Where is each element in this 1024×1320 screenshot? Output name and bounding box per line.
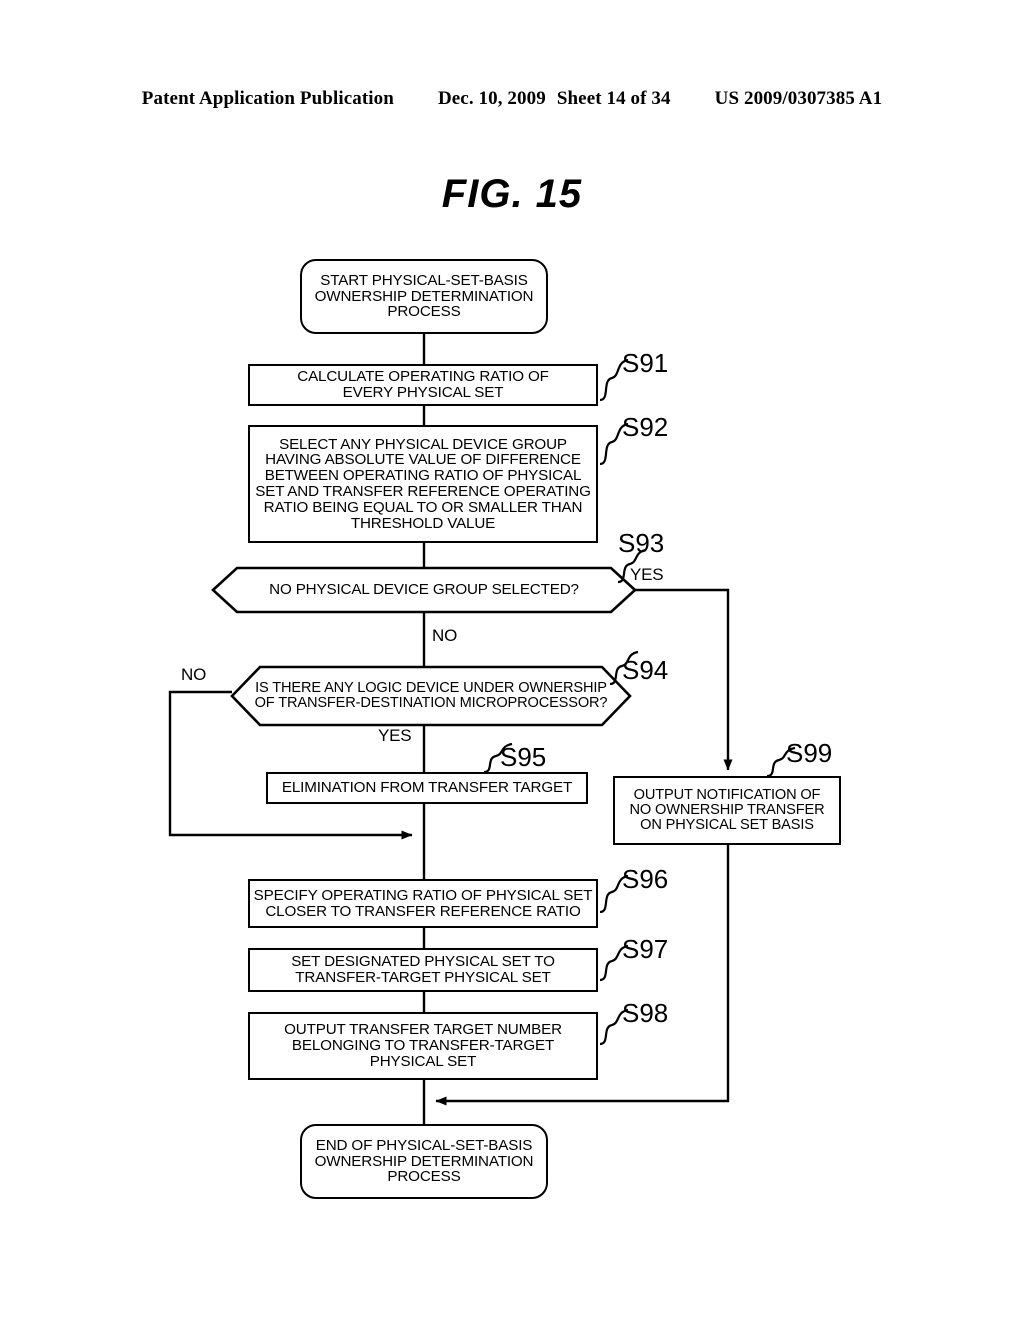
node-end[interactable]: END OF PHYSICAL-SET-BASIS OWNERSHIP DETE…	[300, 1124, 548, 1199]
node-start[interactable]: START PHYSICAL-SET-BASIS OWNERSHIP DETER…	[300, 259, 548, 334]
node-s97-label: SET DESIGNATED PHYSICAL SET TO TRANSFER-…	[291, 953, 555, 986]
node-s94[interactable]: IS THERE ANY LOGIC DEVICE UNDER OWNERSHI…	[230, 665, 632, 727]
step-label-s99: S99	[786, 738, 833, 768]
node-s99-label: OUTPUT NOTIFICATION OF NO OWNERSHIP TRAN…	[629, 786, 825, 834]
branch-label-s93-no: NO	[432, 626, 458, 645]
node-s92-label: SELECT ANY PHYSICAL DEVICE GROUP HAVING …	[255, 435, 591, 532]
node-s93[interactable]: NO PHYSICAL DEVICE GROUP SELECTED?	[211, 566, 637, 614]
node-s95-label: ELIMINATION FROM TRANSFER TARGET	[281, 779, 573, 797]
node-s93-label: NO PHYSICAL DEVICE GROUP SELECTED?	[269, 581, 579, 599]
branch-label-s94-yes: YES	[378, 726, 412, 745]
node-s97[interactable]: SET DESIGNATED PHYSICAL SET TO TRANSFER-…	[248, 948, 598, 992]
step-label-s96: S96	[622, 864, 669, 894]
branch-label-s93-yes: YES	[630, 565, 664, 584]
flowchart-diagram: START PHYSICAL-SET-BASIS OWNERSHIP DETER…	[0, 0, 1024, 1320]
node-end-label: END OF PHYSICAL-SET-BASIS OWNERSHIP DETE…	[314, 1136, 534, 1186]
step-label-s91: S91	[622, 348, 669, 378]
step-label-s93: S93	[618, 528, 665, 558]
step-label-s92: S92	[622, 412, 669, 442]
node-s98[interactable]: OUTPUT TRANSFER TARGET NUMBER BELONGING …	[248, 1012, 598, 1080]
node-s91[interactable]: CALCULATE OPERATING RATIO OF EVERY PHYSI…	[248, 364, 598, 406]
node-s95[interactable]: ELIMINATION FROM TRANSFER TARGET	[266, 772, 588, 804]
node-s92[interactable]: SELECT ANY PHYSICAL DEVICE GROUP HAVING …	[248, 425, 598, 543]
branch-label-s94-no: NO	[181, 665, 207, 684]
node-s91-label: CALCULATE OPERATING RATIO OF EVERY PHYSI…	[297, 368, 549, 401]
step-label-s94: S94	[622, 655, 669, 685]
node-s94-label: IS THERE ANY LOGIC DEVICE UNDER OWNERSHI…	[254, 679, 608, 711]
step-label-s98: S98	[622, 998, 669, 1028]
node-s98-label: OUTPUT TRANSFER TARGET NUMBER BELONGING …	[284, 1021, 562, 1070]
node-s96[interactable]: SPECIFY OPERATING RATIO OF PHYSICAL SET …	[248, 879, 598, 928]
node-start-label: START PHYSICAL-SET-BASIS OWNERSHIP DETER…	[314, 271, 534, 321]
node-s96-label: SPECIFY OPERATING RATIO OF PHYSICAL SET …	[253, 886, 593, 920]
step-label-s97: S97	[622, 934, 669, 964]
flowchart-connectors	[168, 334, 733, 1124]
node-s99[interactable]: OUTPUT NOTIFICATION OF NO OWNERSHIP TRAN…	[613, 776, 841, 845]
step-label-s95: S95	[500, 742, 547, 772]
